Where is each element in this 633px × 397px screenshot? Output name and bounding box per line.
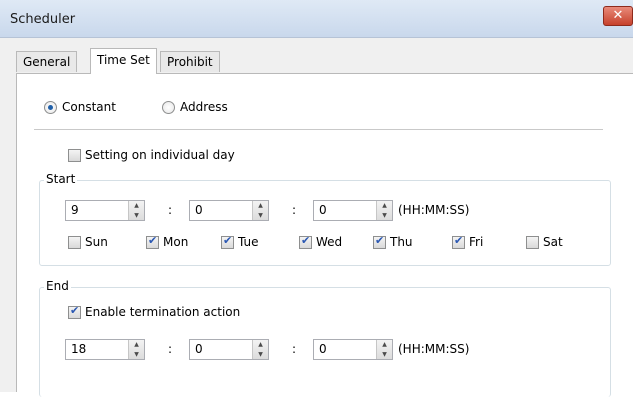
end-minute-arrows[interactable]: ▲ ▼ (252, 340, 268, 359)
window-title: Scheduler (10, 12, 76, 27)
individual-day-box (68, 148, 81, 162)
day-sat-checkbox[interactable]: Sat (526, 235, 563, 249)
address-radio[interactable]: Address (162, 100, 228, 114)
end-second-value: 0 (319, 342, 327, 356)
end-colon-2: : (292, 342, 297, 356)
spin-down-icon[interactable]: ▼ (253, 211, 268, 221)
start-hour-arrows[interactable]: ▲ ▼ (128, 201, 144, 220)
start-minute-value: 0 (195, 203, 203, 217)
termination-checkbox[interactable]: Enable termination action (68, 304, 241, 319)
end-second-arrows[interactable]: ▲ ▼ (376, 340, 392, 359)
constant-radio-label: Constant (62, 100, 116, 114)
end-hour-value: 18 (71, 342, 87, 356)
spin-down-icon[interactable]: ▼ (377, 350, 392, 360)
spin-up-icon[interactable]: ▲ (377, 340, 392, 350)
individual-day-checkbox[interactable]: Setting on individual day (68, 148, 235, 162)
tab-prohibit[interactable]: Prohibit (160, 51, 220, 72)
scheduler-window: Scheduler ✕ General Time Set Prohibit Co… (0, 0, 633, 397)
individual-day-label: Setting on individual day (85, 148, 235, 162)
spin-up-icon[interactable]: ▲ (129, 340, 144, 350)
spin-up-icon[interactable]: ▲ (253, 201, 268, 211)
day-thu-box (373, 234, 386, 249)
day-wed-checkbox[interactable]: Wed (299, 234, 343, 249)
spin-down-icon[interactable]: ▼ (129, 211, 144, 221)
spin-down-icon[interactable]: ▼ (377, 211, 392, 221)
close-icon: ✕ (612, 8, 624, 23)
start-legend: Start (44, 172, 78, 186)
start-format-label: (HH:MM:SS) (398, 203, 470, 217)
time-set-panel: Constant Address Setting on individual d… (16, 73, 633, 397)
end-colon-1: : (168, 342, 173, 356)
day-thu-label: Thu (390, 235, 413, 249)
day-sat-label: Sat (543, 235, 563, 249)
day-fri-box (452, 234, 465, 249)
address-radio-label: Address (180, 100, 228, 114)
day-wed-box (299, 234, 312, 249)
termination-label: Enable termination action (85, 305, 241, 319)
spin-up-icon[interactable]: ▲ (129, 201, 144, 211)
day-thu-checkbox[interactable]: Thu (373, 234, 413, 249)
day-sun-label: Sun (85, 235, 108, 249)
end-legend: End (44, 279, 71, 293)
start-minute-spinner[interactable]: 0 ▲ ▼ (189, 200, 269, 221)
spin-up-icon[interactable]: ▲ (253, 340, 268, 350)
day-fri-checkbox[interactable]: Fri (452, 234, 484, 249)
start-hour-spinner[interactable]: 9 ▲ ▼ (65, 200, 145, 221)
termination-box (68, 304, 81, 319)
end-second-spinner[interactable]: 0 ▲ ▼ (313, 339, 393, 360)
separator-line (34, 129, 603, 130)
spin-down-icon[interactable]: ▼ (129, 350, 144, 360)
end-minute-spinner[interactable]: 0 ▲ ▼ (189, 339, 269, 360)
day-fri-label: Fri (469, 235, 484, 249)
constant-radio-indicator (44, 100, 57, 114)
day-sun-box (68, 235, 81, 249)
spin-down-icon[interactable]: ▼ (253, 350, 268, 360)
start-minute-arrows[interactable]: ▲ ▼ (252, 201, 268, 220)
day-tue-checkbox[interactable]: Tue (221, 234, 259, 249)
start-second-spinner[interactable]: 0 ▲ ▼ (313, 200, 393, 221)
start-colon-1: : (168, 203, 173, 217)
day-mon-checkbox[interactable]: Mon (146, 234, 189, 249)
end-format-label: (HH:MM:SS) (398, 342, 470, 356)
day-mon-box (146, 234, 159, 249)
tab-general[interactable]: General (16, 51, 78, 72)
constant-radio[interactable]: Constant (44, 100, 116, 114)
day-sun-checkbox[interactable]: Sun (68, 235, 108, 249)
end-hour-arrows[interactable]: ▲ ▼ (128, 340, 144, 359)
start-second-value: 0 (319, 203, 327, 217)
start-second-arrows[interactable]: ▲ ▼ (376, 201, 392, 220)
dialog-client: General Time Set Prohibit Constant Addre… (10, 38, 633, 397)
tab-time-set[interactable]: Time Set (90, 48, 157, 74)
address-radio-indicator (162, 100, 175, 114)
day-sat-box (526, 235, 539, 249)
day-tue-box (221, 234, 234, 249)
start-colon-2: : (292, 203, 297, 217)
start-hour-value: 9 (71, 203, 79, 217)
day-tue-label: Tue (238, 235, 259, 249)
close-button[interactable]: ✕ (603, 6, 633, 26)
end-minute-value: 0 (195, 342, 203, 356)
spin-up-icon[interactable]: ▲ (377, 201, 392, 211)
start-group (39, 180, 611, 266)
end-hour-spinner[interactable]: 18 ▲ ▼ (65, 339, 145, 360)
day-wed-label: Wed (316, 235, 343, 249)
title-bar: Scheduler ✕ (0, 0, 633, 38)
day-mon-label: Mon (163, 235, 189, 249)
